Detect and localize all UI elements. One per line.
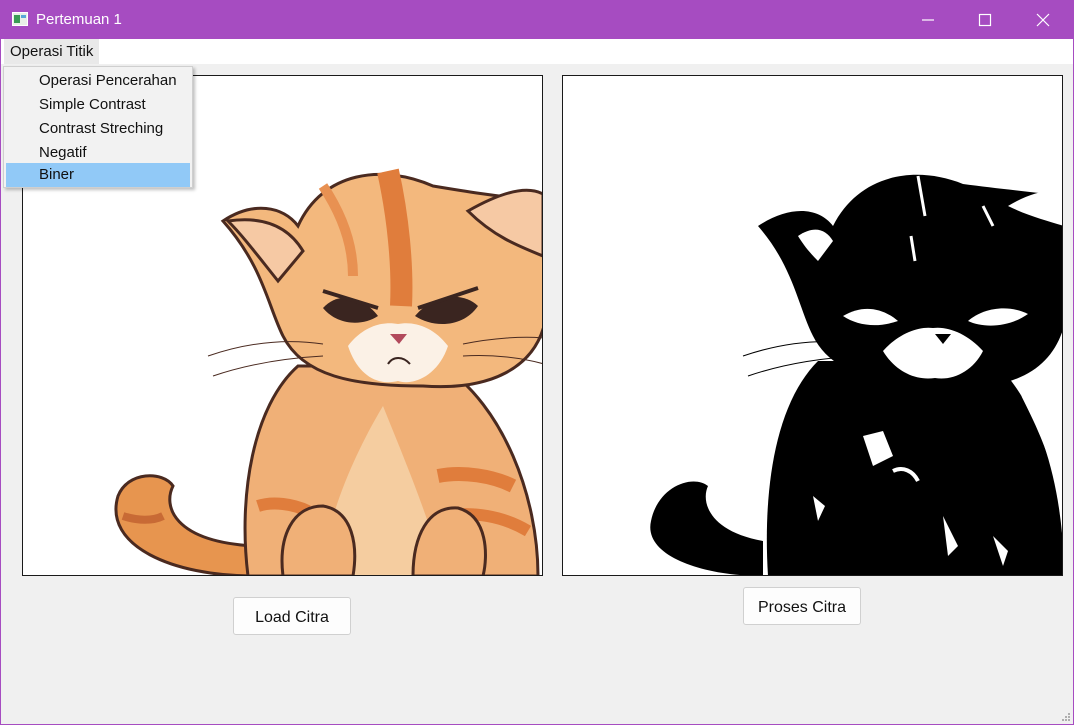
processed-image-frame [562,75,1063,576]
load-citra-button[interactable]: Load Citra [233,597,351,635]
menu-item-biner[interactable]: Biner [6,163,190,187]
window-title: Pertemuan 1 [36,11,122,28]
maximize-button[interactable] [956,1,1014,39]
minimize-icon [922,19,934,21]
menu-item-negatif[interactable]: Negatif [6,141,190,165]
app-window: Pertemuan 1 Operasi Titik Load Citra Pro… [0,0,1074,725]
menu-operasi-titik[interactable]: Operasi Titik [4,39,100,64]
menu-bar: Operasi Titik [1,39,1073,64]
menu-item-operasi-pencerahan[interactable]: Operasi Pencerahan [6,69,190,93]
close-button[interactable] [1014,1,1072,39]
menu-item-simple-contrast[interactable]: Simple Contrast [6,93,190,117]
minimize-button[interactable] [899,1,957,39]
window-app-icon [12,12,28,26]
binary-cat-image [650,174,1062,575]
title-bar[interactable]: Pertemuan 1 [1,1,1074,39]
resize-grip-icon[interactable] [1061,712,1071,722]
operasi-titik-dropdown: Operasi Pencerahan Simple Contrast Contr… [3,66,193,188]
close-icon [1036,13,1050,27]
proses-citra-button[interactable]: Proses Citra [743,587,861,625]
maximize-icon [978,13,992,27]
menu-item-contrast-streching[interactable]: Contrast Streching [6,117,190,141]
